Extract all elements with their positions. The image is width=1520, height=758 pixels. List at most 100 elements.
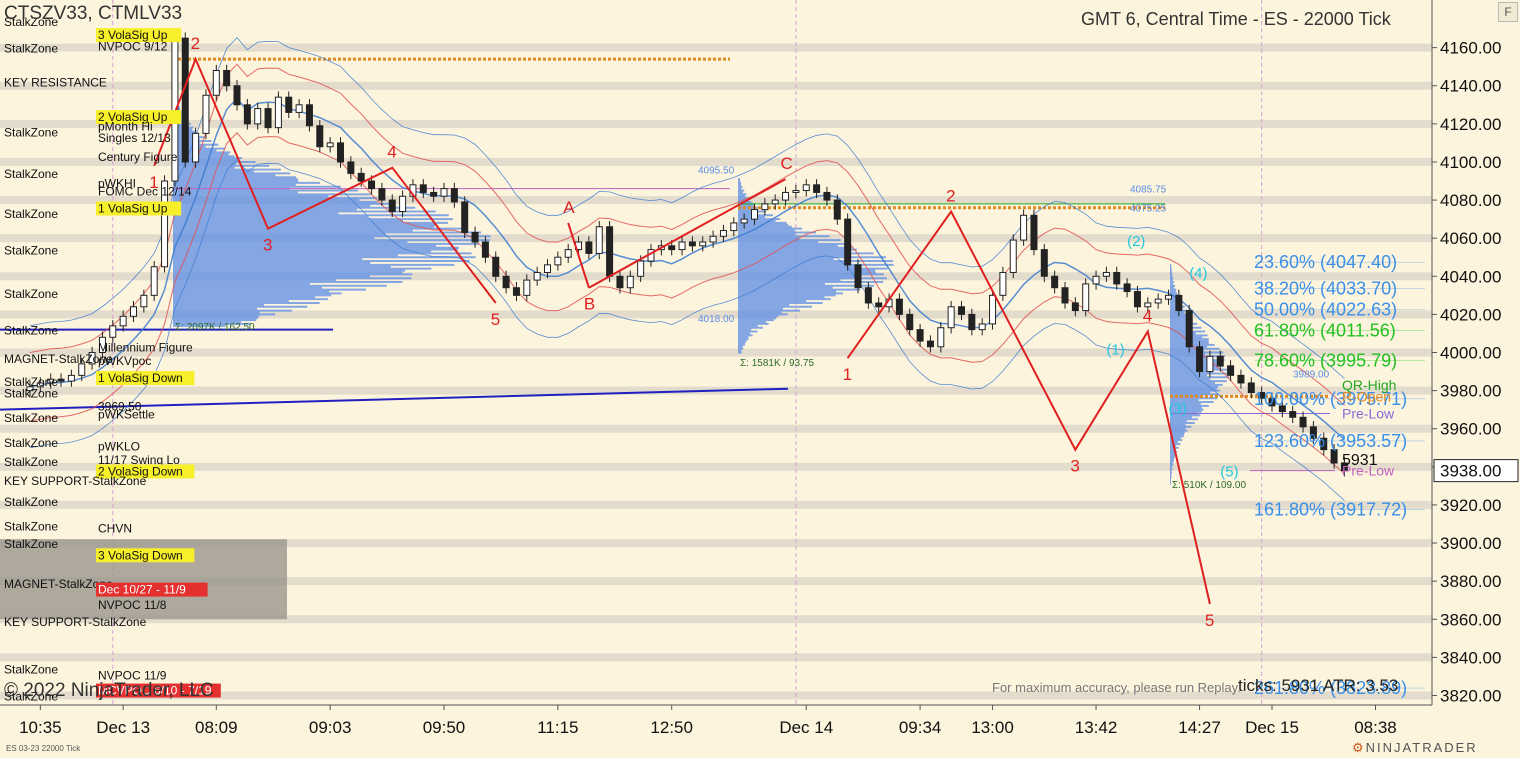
chart-title: GMT 6, Central Time - ES - 22000 Tick [1081, 9, 1391, 29]
candle-body [430, 191, 438, 197]
y-tick-label: 4120.00 [1440, 115, 1501, 134]
candle-body [1092, 275, 1100, 285]
y-tick-label: 4160.00 [1440, 39, 1501, 58]
candle-body [1330, 449, 1338, 464]
candle-body [1020, 214, 1028, 241]
candle-body [554, 256, 562, 266]
candle-body [1185, 310, 1193, 348]
candle-body [1216, 355, 1224, 367]
candle-body [57, 378, 65, 382]
profile-stat-label: Σ: 1581K / 93.75 [740, 358, 814, 369]
zone-band [0, 462, 1432, 471]
y-tick-label: 3820.00 [1440, 686, 1501, 705]
fullscreen-toggle-button[interactable]: F [1498, 2, 1518, 22]
candle-body [1227, 365, 1235, 376]
candle-body [875, 302, 883, 308]
candle-body [512, 287, 520, 296]
candle-body [1154, 298, 1162, 304]
candle-body [305, 104, 313, 127]
left-level-label: StalkZone [4, 386, 58, 400]
candle-body [202, 94, 210, 134]
candle-body [1165, 294, 1172, 300]
instrument-footer: ES 03-23 22000 Tick [6, 744, 81, 753]
candle-body [688, 241, 696, 247]
profile-stat-label: 4075.25 [1130, 204, 1167, 215]
wave-label: 5 [1205, 611, 1214, 630]
left-level-label: StalkZone [4, 243, 58, 257]
candle-body [585, 241, 593, 254]
instrument-title: CTSZV33, CTMLV33 [4, 3, 183, 24]
candle-body [1030, 214, 1038, 251]
left-level-label: KEY RESISTANCE [4, 76, 107, 90]
candle-body [388, 199, 396, 212]
left-level-label: StalkZone [4, 323, 58, 337]
left-level-label: StalkZone [4, 125, 58, 139]
price-chart[interactable]: 12345ABC12345(1)(2)(3)(4)(5)23.60% (4047… [0, 0, 1520, 758]
candle-body [1133, 291, 1141, 308]
left-level-label: StalkZone [4, 455, 58, 469]
y-tick-label: 4000.00 [1440, 344, 1501, 363]
candle-body [719, 230, 727, 237]
candle-body [533, 271, 541, 281]
fib-level-label: 123.60% (3953.57) [1254, 431, 1407, 451]
zone-band [0, 43, 1432, 52]
y-tick-label: 4100.00 [1440, 153, 1501, 172]
x-tick-label: Dec 15 [1245, 718, 1299, 737]
candle-body [419, 184, 427, 193]
candle-body [544, 264, 551, 273]
left-level-label: KEY SUPPORT-StalkZone [4, 474, 147, 488]
candle-body [212, 70, 220, 96]
left-level-label: KEY SUPPORT-StalkZone [4, 615, 147, 629]
x-tick-label: 13:00 [971, 718, 1014, 737]
candle-body [595, 226, 603, 254]
profile-stat-label: Σ: 510K / 109.00 [1172, 480, 1246, 491]
x-tick-label: 11:15 [537, 718, 578, 737]
candle-body [233, 85, 241, 106]
fib-level-label: 61.80% (4011.56) [1254, 320, 1396, 340]
zone-band [0, 500, 1432, 509]
candle-body [461, 201, 469, 233]
price-box-label: 5931 [1342, 452, 1378, 469]
candle-body [399, 195, 407, 213]
brand-name: NINJATRADER [1365, 740, 1478, 755]
candle-body [989, 294, 997, 325]
x-tick-label: Dec 13 [96, 718, 150, 737]
candle-body [1113, 271, 1121, 285]
profile-stat-label: 4095.50 [698, 166, 735, 177]
candle-body [895, 298, 903, 315]
wave-label: C [781, 154, 793, 173]
x-tick-label: 09:50 [423, 718, 466, 737]
x-tick-label: 09:34 [899, 718, 942, 737]
candle-body [761, 203, 769, 211]
left-level-label: Singles 12/13 [98, 131, 171, 145]
candle-body [678, 241, 686, 251]
candle-body [751, 209, 758, 220]
y-tick-label: 3900.00 [1440, 534, 1501, 553]
candle-body [223, 70, 231, 87]
candle-body [823, 191, 831, 201]
left-level-label: Century Figure [98, 150, 178, 164]
left-level-label: FOMC Dec 12/14 [98, 184, 192, 198]
candle-body [740, 218, 748, 224]
candle-body [844, 218, 852, 266]
wave-label: 2 [191, 34, 200, 53]
candle-body [699, 241, 707, 247]
candle-body [450, 188, 458, 203]
candle-body [368, 180, 376, 190]
left-level-label: NVPOC 9/12 [98, 40, 168, 54]
x-tick-label: Dec 14 [779, 718, 833, 737]
candle-body [67, 374, 75, 382]
candle-body [1175, 294, 1183, 312]
wave-label: B [584, 295, 595, 314]
fib-level-label: 161.80% (3917.72) [1254, 499, 1407, 519]
x-tick-label: 14:27 [1178, 718, 1221, 737]
candle-body [916, 329, 924, 342]
candle-body [616, 275, 624, 289]
wave-label: 5 [491, 310, 500, 329]
y-tick-label: 4060.00 [1440, 229, 1501, 248]
candle-body [1289, 411, 1297, 418]
left-level-label: 1 VolaSig Up [98, 202, 168, 216]
profile-stat-label: Σ: 2097K / 162.50 [175, 322, 255, 333]
wave-label: A [563, 198, 575, 217]
candle-body [637, 260, 645, 277]
